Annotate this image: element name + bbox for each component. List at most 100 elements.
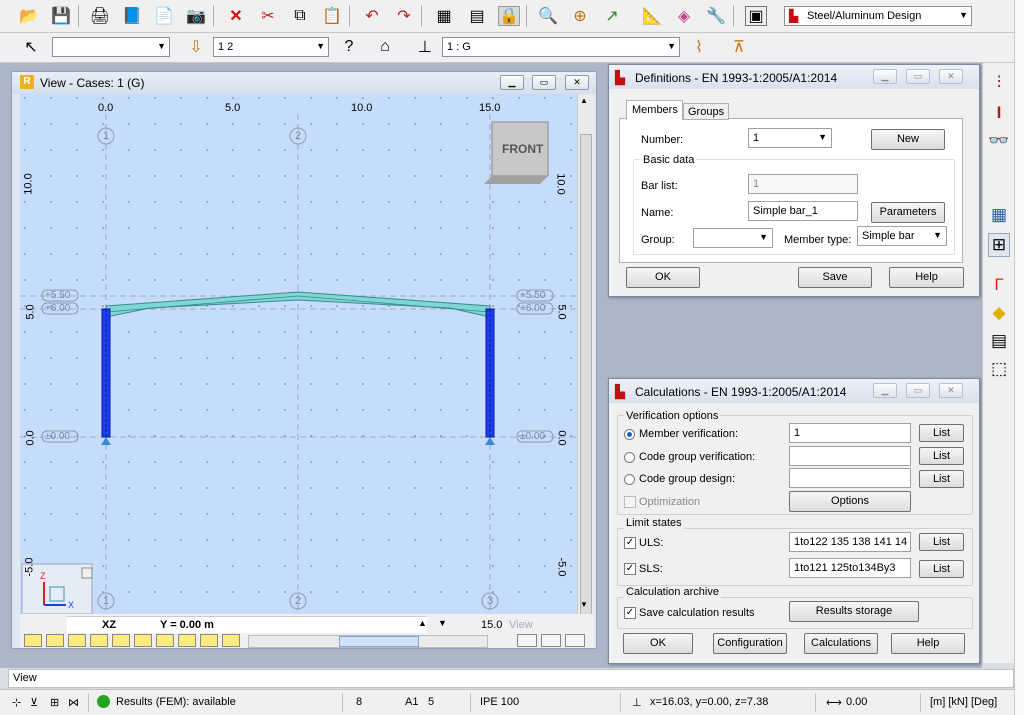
- plane-up-icon[interactable]: ▲: [418, 618, 427, 628]
- display-icon[interactable]: [517, 634, 537, 647]
- display-icon[interactable]: [156, 634, 174, 647]
- print-icon[interactable]: 🖨: [89, 6, 111, 26]
- scroll-up-icon[interactable]: ▲: [580, 96, 588, 105]
- frame-icon[interactable]: ⊞: [988, 233, 1010, 257]
- ok-button[interactable]: OK: [626, 267, 700, 288]
- plane-down-icon[interactable]: ▼: [438, 618, 447, 628]
- member-verification-radio[interactable]: [624, 429, 635, 440]
- display-icon[interactable]: [200, 634, 218, 647]
- navigator-view-tab[interactable]: View: [8, 669, 1014, 688]
- print-preview-icon[interactable]: 📘: [121, 6, 143, 26]
- list-button[interactable]: List: [919, 470, 964, 488]
- list-button[interactable]: List: [919, 533, 964, 551]
- wrench-icon[interactable]: 🔧: [705, 6, 727, 26]
- display-icon[interactable]: [565, 634, 585, 647]
- result-icon[interactable]: ⊥: [414, 37, 436, 57]
- code-group-design-field[interactable]: [789, 468, 911, 488]
- scroll-down-icon[interactable]: ▼: [580, 600, 588, 609]
- save-button[interactable]: Save: [798, 267, 872, 288]
- tab-groups[interactable]: Groups: [683, 103, 729, 120]
- save-results-checkbox[interactable]: ✓: [624, 607, 636, 619]
- parameters-button[interactable]: Parameters: [871, 202, 945, 223]
- display-icon[interactable]: [541, 634, 561, 647]
- display-icon[interactable]: [222, 634, 240, 647]
- uls-field[interactable]: 1to122 135 138 141 14: [789, 532, 911, 552]
- options-button[interactable]: Options: [789, 491, 911, 512]
- display-icon[interactable]: [46, 634, 64, 647]
- selection-combo[interactable]: ▼: [52, 37, 170, 57]
- calculator-icon[interactable]: ▤: [466, 6, 488, 26]
- ortho-icon[interactable]: ⊞: [50, 696, 59, 709]
- block-icon[interactable]: ◆: [988, 301, 1010, 325]
- display-icon[interactable]: [24, 634, 42, 647]
- section-icon[interactable]: I: [988, 101, 1010, 125]
- scroll-thumb[interactable]: [580, 134, 592, 634]
- sls-checkbox[interactable]: ✓: [624, 563, 636, 575]
- optimization-checkbox[interactable]: [624, 496, 636, 508]
- display-icon[interactable]: [68, 634, 86, 647]
- display-icon[interactable]: [178, 634, 196, 647]
- close-button[interactable]: ✕: [939, 69, 963, 84]
- copy-icon[interactable]: ⧉: [289, 6, 311, 26]
- restore-button[interactable]: ▭: [906, 69, 930, 84]
- display-icon[interactable]: [90, 634, 108, 647]
- target-icon[interactable]: ⊕: [569, 6, 591, 26]
- results-storage-button[interactable]: Results storage: [789, 601, 919, 622]
- load-case-icon[interactable]: ⇩: [185, 37, 207, 57]
- restore-button[interactable]: ▭: [532, 75, 556, 90]
- stack-icon[interactable]: ▤: [988, 329, 1010, 353]
- module-icon[interactable]: ▣: [745, 6, 767, 26]
- group-combo[interactable]: ▼: [693, 228, 773, 248]
- help-button[interactable]: Help: [891, 633, 965, 654]
- osnap-icon[interactable]: ⋈: [68, 696, 79, 709]
- column-left[interactable]: [101, 308, 111, 438]
- minimize-button[interactable]: ▁: [873, 69, 897, 84]
- delete-icon[interactable]: ✕: [225, 6, 247, 26]
- display-icon[interactable]: [134, 634, 152, 647]
- configuration-button[interactable]: Configuration: [713, 633, 787, 654]
- new-button[interactable]: New: [871, 129, 945, 150]
- minimize-button[interactable]: ▁: [500, 75, 524, 90]
- load-case-combo[interactable]: 1 2 ▼: [213, 37, 329, 57]
- report-icon[interactable]: 📄: [153, 6, 175, 26]
- table-icon[interactable]: ▦: [433, 6, 455, 26]
- camera-icon[interactable]: 📷: [185, 6, 207, 26]
- shape-icon[interactable]: ⬚: [988, 357, 1010, 381]
- help-button[interactable]: Help: [889, 267, 964, 288]
- result-combo[interactable]: 1 : G ▼: [442, 37, 680, 57]
- code-group-design-radio[interactable]: [624, 474, 635, 485]
- display-icon[interactable]: [112, 634, 130, 647]
- ok-button[interactable]: OK: [623, 633, 693, 654]
- member-verification-field[interactable]: 1: [789, 423, 911, 443]
- vertical-scrollbar[interactable]: ▲ ▼: [577, 94, 594, 634]
- horizontal-scrollbar[interactable]: [248, 635, 488, 648]
- cut-icon[interactable]: ✂: [257, 6, 279, 26]
- zoom-icon[interactable]: 🔍: [537, 6, 559, 26]
- tab-members[interactable]: Members: [626, 100, 683, 120]
- undo-icon[interactable]: ↶: [361, 6, 383, 26]
- help-query-icon[interactable]: ?: [338, 37, 360, 57]
- save-icon[interactable]: 💾: [50, 6, 72, 26]
- lock-icon[interactable]: 🔒: [498, 6, 520, 26]
- column-right[interactable]: [485, 308, 495, 438]
- paste-icon[interactable]: 📋: [321, 6, 343, 26]
- deformation-icon[interactable]: ⌇: [688, 37, 710, 57]
- close-button[interactable]: ✕: [939, 383, 963, 398]
- hscroll-thumb[interactable]: [339, 636, 419, 647]
- table-icon[interactable]: ▦: [988, 203, 1010, 227]
- cube-icon[interactable]: ◈: [673, 6, 695, 26]
- design-module-combo[interactable]: ▙ Steel/Aluminum Design ▼: [784, 6, 972, 26]
- steel-input-icon[interactable]: ⫶: [988, 71, 1010, 95]
- uls-checkbox[interactable]: ✓: [624, 537, 636, 549]
- model-canvas[interactable]: 0.0 5.0 10.0 15.0 10.0 5.0 0.0 -5.0 10.0…: [20, 94, 577, 614]
- beam-icon[interactable]: Γ: [988, 273, 1010, 297]
- open-folder-icon[interactable]: 📂: [18, 6, 40, 26]
- glasses-icon[interactable]: 👓: [988, 129, 1010, 153]
- redo-icon[interactable]: ↷: [393, 6, 415, 26]
- arrow-icon[interactable]: ↗: [601, 6, 623, 26]
- snap-icon[interactable]: ⊹: [12, 696, 21, 709]
- name-field[interactable]: Simple bar_1: [748, 201, 858, 221]
- frame-icon[interactable]: ⌂: [374, 37, 396, 57]
- restore-button[interactable]: ▭: [906, 383, 930, 398]
- view-cube-front[interactable]: FRONT: [502, 142, 543, 156]
